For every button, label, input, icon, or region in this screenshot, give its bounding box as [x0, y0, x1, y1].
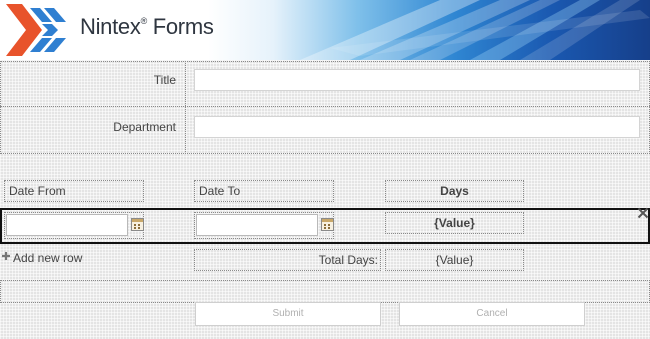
header-date-to: Date To	[194, 180, 334, 202]
total-days-value: {Value}	[385, 249, 524, 271]
nintex-logo-icon	[6, 4, 66, 56]
details-divider	[185, 61, 186, 154]
header-date-from: Date From	[4, 180, 144, 202]
department-field[interactable]	[194, 116, 640, 138]
date-from-input[interactable]	[6, 214, 128, 236]
header-banner: Nintex® Forms	[0, 0, 650, 60]
date-to-input[interactable]	[196, 214, 318, 236]
footer-panel	[0, 280, 650, 303]
details-row-divider	[0, 106, 650, 107]
trademark-mark: ®	[140, 16, 148, 26]
add-new-row-link[interactable]: Add new row	[13, 251, 82, 265]
brand-name: Nintex	[80, 14, 141, 39]
calendar-icon[interactable]	[131, 218, 144, 231]
days-value: {Value}	[385, 212, 524, 234]
department-label: Department	[113, 120, 176, 134]
title-label: Title	[153, 73, 176, 87]
title-field[interactable]	[194, 69, 640, 91]
product-title: Nintex® Forms	[80, 14, 214, 40]
close-icon[interactable]	[637, 207, 649, 219]
total-days-label: Total Days:	[194, 249, 381, 271]
banner-decoration	[300, 0, 650, 60]
plus-icon[interactable]	[1, 251, 11, 261]
submit-button[interactable]: Submit	[195, 302, 381, 326]
brand-product: Forms	[152, 14, 214, 39]
cancel-button[interactable]: Cancel	[399, 302, 585, 326]
calendar-icon[interactable]	[321, 218, 334, 231]
header-days: Days	[385, 180, 524, 202]
